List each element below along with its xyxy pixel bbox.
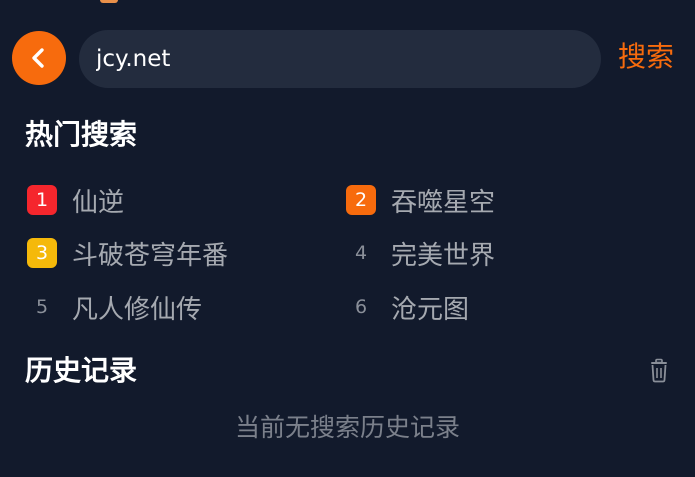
- hot-item-2[interactable]: 2 吞噬星空: [346, 178, 495, 222]
- rank-number: 5: [35, 296, 49, 318]
- hot-item-1[interactable]: 1 仙逆: [27, 178, 124, 222]
- hot-item-6[interactable]: 6 沧元图: [346, 285, 469, 329]
- hot-search-title: 热门搜索: [25, 118, 138, 151]
- rank-badge: 2: [346, 185, 376, 215]
- search-input[interactable]: [96, 30, 586, 88]
- search-field[interactable]: [79, 30, 601, 88]
- hot-item-5[interactable]: 5 凡人修仙传: [27, 285, 202, 329]
- hot-item-4[interactable]: 4 完美世界: [346, 231, 495, 275]
- hot-item-label: 沧元图: [391, 294, 470, 325]
- rank-number: 6: [354, 296, 368, 318]
- hot-item-3[interactable]: 3 斗破苍穹年番: [27, 231, 228, 275]
- search-bar: 搜索: [0, 27, 695, 89]
- hot-item-label: 完美世界: [391, 240, 496, 271]
- rank-badge: 3: [27, 238, 57, 268]
- hot-item-label: 斗破苍穹年番: [72, 240, 229, 271]
- back-button[interactable]: [12, 31, 66, 85]
- chevron-left-icon: [32, 48, 44, 68]
- rank-number: 4: [354, 242, 368, 264]
- hot-item-label: 仙逆: [72, 187, 125, 218]
- history-empty-message: 当前无搜索历史记录: [234, 413, 460, 442]
- hot-item-label: 吞噬星空: [391, 187, 496, 218]
- hot-item-label: 凡人修仙传: [72, 294, 203, 325]
- search-button[interactable]: 搜索: [618, 37, 674, 77]
- search-page: 搜索 热门搜索 1 仙逆 2 吞噬星空 3 斗破苍穹年番 4 完美世界 5 凡人…: [0, 0, 695, 477]
- trash-icon[interactable]: [645, 357, 673, 385]
- status-bar-icon: [100, 0, 118, 3]
- history-title: 历史记录: [25, 354, 138, 387]
- rank-badge: 1: [27, 185, 57, 215]
